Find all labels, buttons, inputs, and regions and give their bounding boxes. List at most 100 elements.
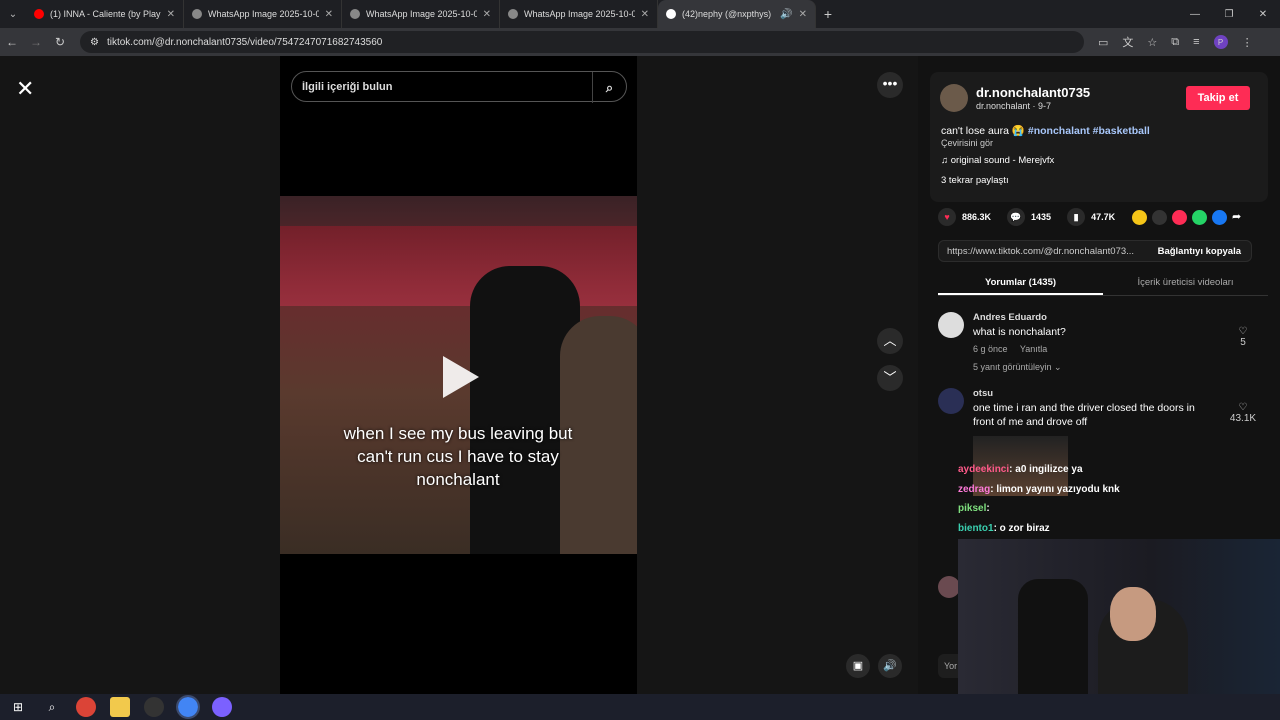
obs-icon[interactable]: [144, 697, 164, 717]
browser-tab[interactable]: WhatsApp Image 2025-10-03 a ✕: [184, 0, 342, 28]
search-icon[interactable]: ⌕: [592, 72, 626, 103]
like-icon[interactable]: ♥: [938, 208, 956, 226]
chat-text: : a0 ingilizce ya: [1009, 464, 1083, 475]
reposts-label[interactable]: 3 tekrar paylaştı: [941, 175, 1009, 186]
browser-tab[interactable]: WhatsApp Image 2025-10-03 a ✕: [500, 0, 658, 28]
see-translation-link[interactable]: Çevirisini gör: [941, 138, 993, 148]
embed-icon[interactable]: [1152, 210, 1167, 225]
hashtags[interactable]: #nonchalant #basketball: [1028, 125, 1150, 137]
tab-creator-videos[interactable]: İçerik üreticisi videoları: [1103, 270, 1268, 295]
previous-video-icon[interactable]: ︿: [877, 328, 903, 354]
floating-player-icon[interactable]: ▣: [846, 654, 870, 678]
close-tab-icon[interactable]: ✕: [799, 9, 807, 20]
new-tab-button[interactable]: +: [816, 6, 840, 22]
restore-icon[interactable]: ❐: [1212, 0, 1246, 28]
follow-button[interactable]: Takip et: [1186, 86, 1250, 110]
comment-like[interactable]: ♡ 43.1K: [1228, 402, 1258, 424]
comment-like[interactable]: ♡ 5: [1228, 326, 1258, 348]
window-controls: — ❐ ✕: [1178, 0, 1280, 28]
close-tab-icon[interactable]: ✕: [641, 9, 649, 20]
gaming-chair-image: [1018, 579, 1088, 709]
video-player[interactable]: ⌕ when I see my bus leaving but can't ru…: [280, 56, 637, 694]
author-card: dr.nonchalant0735 dr.nonchalant · 9-7 Ta…: [930, 72, 1268, 202]
chat-user: zedrag: [958, 483, 991, 495]
share-icons: ➦: [1132, 210, 1247, 225]
globe-icon: [192, 9, 202, 19]
comment-item: Andres Eduardo what is nonchalant? 6 g ö…: [938, 312, 1258, 376]
tab-title: WhatsApp Image 2025-10-03 a: [208, 9, 319, 19]
close-tab-icon[interactable]: ✕: [325, 9, 333, 20]
more-options-icon[interactable]: •••: [877, 72, 903, 98]
reload-icon[interactable]: ↻: [48, 35, 72, 49]
close-window-icon[interactable]: ✕: [1246, 0, 1280, 28]
awning-image: [280, 226, 637, 306]
tab-comments[interactable]: Yorumlar (1435): [938, 270, 1103, 295]
url-field[interactable]: ⚙ tiktok.com/@dr.nonchalant0735/video/754…: [80, 31, 1084, 53]
stream-chat-overlay: aydeekinci: a0 ingilizce ya zedrag: limo…: [958, 460, 1120, 538]
tab-search-button[interactable]: ⌄: [0, 0, 26, 28]
browser-tab[interactable]: (1) INNA - Caliente (by Play & W ✕: [26, 0, 184, 28]
file-explorer-icon[interactable]: [110, 697, 130, 717]
extensions-icon[interactable]: ⧉: [1171, 36, 1179, 49]
volume-icon[interactable]: 🔊: [878, 654, 902, 678]
profile-avatar[interactable]: P: [1213, 35, 1228, 49]
browser-tab-active[interactable]: (42)nephy (@nxpthys) | TikT 🔊 ✕: [658, 0, 816, 28]
globe-icon: [508, 9, 518, 19]
chrome-profile-icon[interactable]: [212, 697, 232, 717]
close-icon[interactable]: ✕: [16, 76, 34, 102]
next-video-icon[interactable]: ﹀: [877, 365, 903, 391]
chat-text: : o zor biraz: [993, 522, 1050, 534]
comment-meta[interactable]: 6 g önce Yanıtla: [973, 344, 1047, 354]
comment-author[interactable]: Andres Eduardo: [973, 312, 1047, 323]
whatsapp-icon[interactable]: [1192, 210, 1207, 225]
comments-count: 1435: [1031, 212, 1052, 222]
tab-title: WhatsApp Image 2025-10-03 a: [524, 9, 635, 19]
author-username[interactable]: dr.nonchalant0735: [976, 85, 1090, 100]
translate-icon[interactable]: 文: [1122, 34, 1133, 50]
forward-icon[interactable]: →: [24, 35, 48, 49]
search-icon[interactable]: ⌕: [42, 697, 62, 717]
chrome-active-icon[interactable]: [176, 695, 200, 719]
avatar[interactable]: [940, 84, 968, 112]
copy-link-button[interactable]: Bağlantıyı kopyala: [1158, 246, 1241, 257]
video-frame[interactable]: when I see my bus leaving but can't run …: [280, 196, 637, 554]
speaker-icon[interactable]: 🔊: [780, 9, 792, 20]
chat-text: :: [986, 503, 990, 514]
heart-icon[interactable]: ♡: [1228, 402, 1258, 413]
coin-icon[interactable]: [1132, 210, 1147, 225]
share-arrow-icon[interactable]: ➦: [1232, 210, 1247, 225]
minimize-icon[interactable]: —: [1178, 0, 1212, 28]
globe-icon: [350, 9, 360, 19]
back-icon[interactable]: ←: [0, 35, 24, 49]
site-info-icon[interactable]: ⚙: [90, 37, 99, 48]
menu-icon[interactable]: ⋮: [1242, 36, 1253, 49]
tiktok-icon: [666, 9, 676, 19]
search-input[interactable]: [302, 80, 590, 93]
comment-text: one time i ran and the driver closed the…: [973, 402, 1195, 428]
facebook-icon[interactable]: [1212, 210, 1227, 225]
close-tab-icon[interactable]: ✕: [167, 9, 175, 20]
address-bar-row: ← → ↻ ⚙ tiktok.com/@dr.nonchalant0735/vid…: [0, 28, 1280, 56]
heart-icon[interactable]: ♡: [1228, 326, 1258, 337]
media-icon[interactable]: ≡: [1193, 36, 1199, 48]
comment-icon[interactable]: 💬: [1007, 208, 1026, 226]
play-icon[interactable]: [443, 356, 479, 398]
send-icon[interactable]: [1172, 210, 1187, 225]
chrome-icon[interactable]: [76, 697, 96, 717]
comment-like-count: 5: [1240, 337, 1246, 348]
avatar[interactable]: [938, 312, 964, 338]
windows-start-icon[interactable]: ⊞: [8, 697, 28, 717]
close-tab-icon[interactable]: ✕: [483, 9, 491, 20]
cast-icon[interactable]: ▭: [1098, 36, 1108, 49]
bookmark-icon[interactable]: ▮: [1067, 208, 1086, 226]
toolbar-icons: ▭ 文 ☆ ⧉ ≡ P ⋮: [1098, 34, 1253, 50]
sound-link[interactable]: ♫ original sound - Merejvfx: [941, 155, 1054, 166]
bookmark-star-icon[interactable]: ☆: [1147, 36, 1157, 49]
comment-author[interactable]: otsu: [973, 388, 993, 399]
browser-tab[interactable]: WhatsApp Image 2025-10-03 a ✕: [342, 0, 500, 28]
avatar[interactable]: [938, 576, 960, 598]
tab-title: (42)nephy (@nxpthys) | TikT: [682, 9, 774, 19]
description-text: can't lose aura 😭: [941, 125, 1025, 137]
view-replies-link[interactable]: 5 yanıt görüntüleyin ⌄: [973, 362, 1062, 373]
avatar[interactable]: [938, 388, 964, 414]
